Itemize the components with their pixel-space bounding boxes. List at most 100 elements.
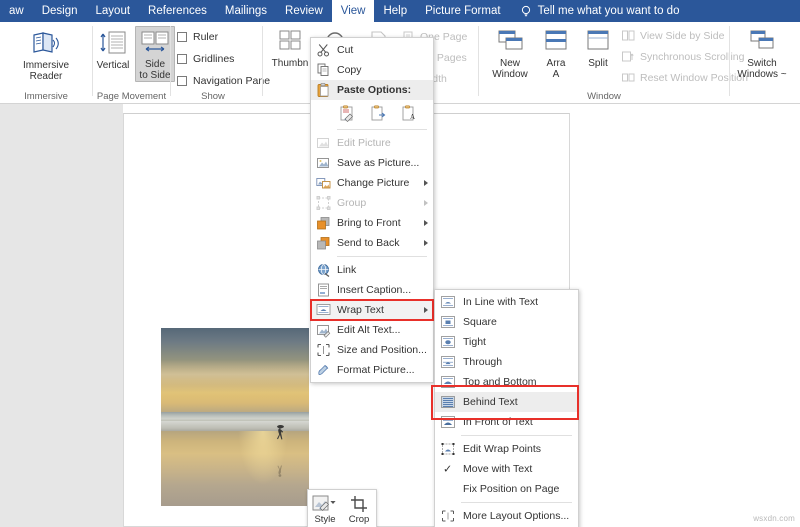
document-picture[interactable] bbox=[161, 328, 309, 506]
menu-item-label: Edit Alt Text... bbox=[337, 324, 401, 336]
new-window-button[interactable]: New Window bbox=[485, 26, 535, 80]
checkbox-gridlines[interactable]: Gridlines bbox=[177, 53, 234, 65]
submenu-item-fix-position-on-page[interactable]: Fix Position on Page bbox=[435, 479, 578, 499]
word-application-window: aw Design Layout References Mailings Rev… bbox=[0, 0, 800, 527]
submenu-item-in-front-of-text[interactable]: In Front of Text bbox=[435, 412, 578, 432]
menu-item-send-to-back[interactable]: Send to Back bbox=[311, 233, 433, 253]
menu-item-cut[interactable]: Cut bbox=[311, 40, 433, 60]
tell-me-search[interactable]: Tell me what you want to do bbox=[510, 0, 679, 22]
ribbon-group-window: New Window Arra A Split View Side by Sid… bbox=[479, 22, 787, 104]
submenu-item-edit-wrap-points[interactable]: Edit Wrap Points bbox=[435, 439, 578, 459]
checkbox-ruler[interactable]: Ruler bbox=[177, 31, 218, 43]
thumbnails-icon bbox=[265, 26, 315, 56]
submenu-item-behind-text[interactable]: Behind Text bbox=[435, 392, 578, 412]
menu-item-label: Bring to Front bbox=[337, 217, 401, 229]
tab-view[interactable]: View bbox=[331, 0, 375, 22]
checkbox-navigation-pane[interactable]: Navigation Pane bbox=[177, 75, 270, 87]
watermark: wsxdn.com bbox=[753, 514, 795, 523]
immersive-reader-icon bbox=[18, 28, 74, 58]
arrange-all-icon bbox=[533, 26, 579, 56]
new-window-icon bbox=[485, 26, 535, 56]
tab-label: Design bbox=[41, 5, 78, 17]
reset-window-position-icon bbox=[622, 72, 635, 84]
chevron-right-icon bbox=[424, 200, 428, 206]
more-layout-options-icon bbox=[441, 510, 455, 523]
menu-item-bring-to-front[interactable]: Bring to Front bbox=[311, 213, 433, 233]
lightbulb-icon bbox=[520, 5, 532, 18]
picture-clouds bbox=[161, 360, 309, 396]
submenu-item-more-layout-options[interactable]: More Layout Options... bbox=[435, 506, 578, 526]
button-label-line2: Windows ~ bbox=[737, 69, 787, 80]
left-gutter bbox=[0, 104, 123, 527]
tab-design[interactable]: Design bbox=[33, 0, 87, 22]
button-label-line1: Switch bbox=[747, 58, 777, 69]
submenu-item-label: Fix Position on Page bbox=[463, 483, 560, 495]
button-label-line1: New bbox=[499, 58, 520, 69]
checkbox-box bbox=[177, 32, 187, 42]
switch-windows-button[interactable]: Switch Windows ~ bbox=[734, 26, 790, 80]
checkbox-box bbox=[177, 54, 187, 64]
bring-to-front-icon bbox=[316, 216, 331, 231]
menu-item-link[interactable]: Link bbox=[311, 260, 433, 280]
menu-item-copy[interactable]: Copy bbox=[311, 60, 433, 80]
menu-separator bbox=[337, 256, 427, 257]
menu-item-wrap-text[interactable]: Wrap Text bbox=[310, 299, 434, 321]
menu-item-change-picture[interactable]: Change Picture bbox=[311, 173, 433, 193]
tab-label: Picture Format bbox=[425, 5, 501, 17]
paste-keep-source-icon[interactable] bbox=[339, 104, 356, 122]
menu-item-label: Format Picture... bbox=[337, 364, 415, 376]
submenu-item-move-with-text[interactable]: ✓ Move with Text bbox=[435, 459, 578, 479]
tab-mailings[interactable]: Mailings bbox=[216, 0, 276, 22]
submenu-item-label: Move with Text bbox=[463, 463, 533, 475]
submenu-item-tight[interactable]: Tight bbox=[435, 332, 578, 352]
menu-item-edit-picture[interactable]: Edit Picture bbox=[311, 133, 433, 153]
picture-person-silhouette bbox=[273, 424, 286, 446]
tab-picture-format[interactable]: Picture Format bbox=[416, 0, 509, 22]
thumbnails-button[interactable]: Thumbn bbox=[265, 26, 315, 69]
menu-item-edit-alt-text[interactable]: Edit Alt Text... bbox=[311, 320, 433, 340]
menu-item-label: Link bbox=[337, 264, 357, 276]
tab-help[interactable]: Help bbox=[374, 0, 416, 22]
arrange-all-button[interactable]: Arra A bbox=[533, 26, 579, 80]
tab-layout[interactable]: Layout bbox=[87, 0, 140, 22]
synchronous-scrolling-command[interactable]: Synchronous Scrolling bbox=[622, 51, 744, 63]
side-to-side-button[interactable]: Side to Side bbox=[135, 26, 175, 82]
group-label-show: Show bbox=[201, 91, 225, 102]
submenu-item-label: Square bbox=[463, 316, 497, 328]
immersive-reader-button[interactable]: Immersive Reader bbox=[18, 28, 74, 82]
tab-draw[interactable]: aw bbox=[0, 0, 33, 22]
split-icon bbox=[578, 26, 618, 56]
menu-item-paste-options-header: Paste Options: bbox=[311, 80, 433, 100]
picture-style-button[interactable]: Style bbox=[308, 494, 342, 525]
menu-item-group[interactable]: Group bbox=[311, 193, 433, 213]
menu-item-size-and-position[interactable]: Size and Position... bbox=[311, 340, 433, 360]
split-button[interactable]: Split bbox=[578, 26, 618, 69]
menu-item-format-picture[interactable]: Format Picture... bbox=[311, 360, 433, 380]
wrap-behind-text-icon bbox=[441, 396, 455, 409]
view-side-by-side-command[interactable]: View Side by Side bbox=[622, 30, 724, 42]
submenu-item-in-line-with-text[interactable]: In Line with Text bbox=[435, 292, 578, 312]
tab-label: aw bbox=[9, 5, 24, 17]
submenu-item-label: Edit Wrap Points bbox=[463, 443, 542, 455]
picture-crop-button[interactable]: Crop bbox=[342, 494, 376, 525]
copy-icon bbox=[316, 63, 331, 78]
menu-item-label: Insert Caption... bbox=[337, 284, 412, 296]
vertical-button[interactable]: Vertical bbox=[89, 28, 137, 71]
tab-references[interactable]: References bbox=[139, 0, 216, 22]
tab-label: Layout bbox=[95, 5, 131, 17]
submenu-item-square[interactable]: Square bbox=[435, 312, 578, 332]
submenu-item-through[interactable]: Through bbox=[435, 352, 578, 372]
submenu-item-label: Tight bbox=[463, 336, 486, 348]
send-to-back-icon bbox=[316, 236, 331, 251]
paste-text-only-icon[interactable]: A bbox=[401, 104, 418, 122]
menu-item-insert-caption[interactable]: Insert Caption... bbox=[311, 280, 433, 300]
tab-review[interactable]: Review bbox=[276, 0, 332, 22]
menu-item-label: Wrap Text bbox=[337, 304, 384, 316]
menu-item-save-as-picture[interactable]: Save as Picture... bbox=[311, 153, 433, 173]
paste-picture-icon[interactable] bbox=[370, 104, 387, 122]
group-icon bbox=[316, 196, 331, 211]
chevron-right-icon bbox=[424, 307, 428, 313]
group-label-page-movement: Page Movement bbox=[96, 91, 167, 102]
button-label-line1: Arra bbox=[546, 58, 566, 69]
submenu-item-top-and-bottom[interactable]: Top and Bottom bbox=[435, 372, 578, 392]
